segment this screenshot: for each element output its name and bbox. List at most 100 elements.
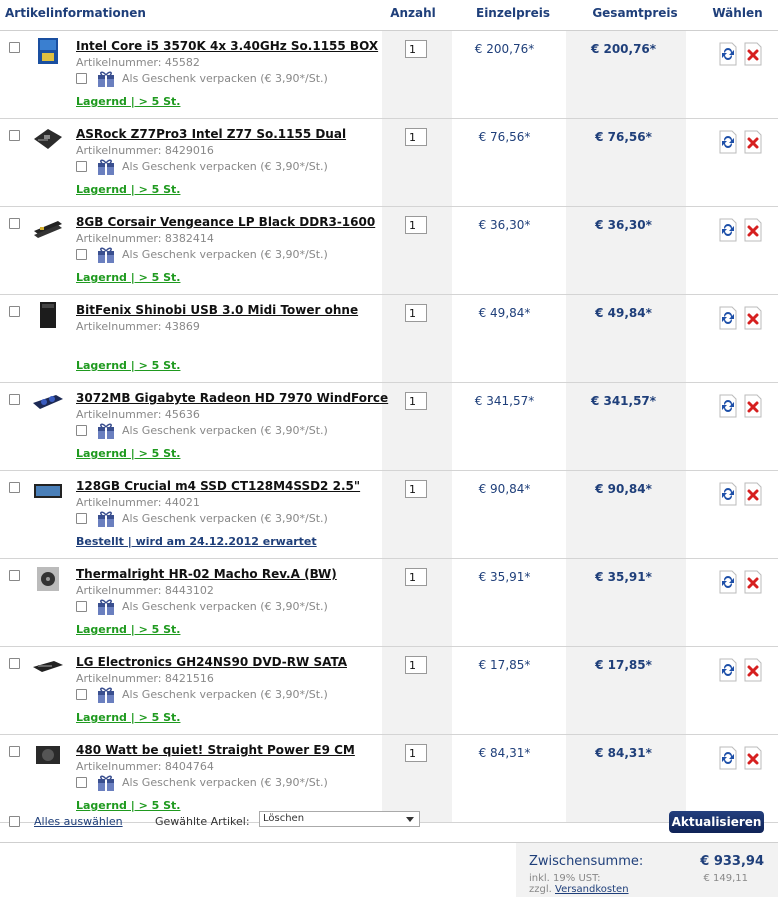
delete-icon[interactable] xyxy=(743,394,763,418)
gift-wrap-checkbox[interactable] xyxy=(76,777,87,788)
tax-label: inkl. 19% UST: xyxy=(529,873,601,884)
quantity-input[interactable] xyxy=(405,480,427,498)
product-thumbnail[interactable] xyxy=(32,213,64,241)
stock-status-link[interactable]: Lagernd | > 5 St. xyxy=(76,623,180,636)
product-thumbnail[interactable] xyxy=(32,389,64,417)
gift-icon xyxy=(96,685,116,705)
row-select-checkbox[interactable] xyxy=(9,130,20,141)
stock-status-link[interactable]: Bestellt | wird am 24.12.2012 erwartet xyxy=(76,535,317,548)
cart-row: Thermalright HR-02 Macho Rev.A (BW) Artik… xyxy=(0,559,778,647)
stock-status-link[interactable]: Lagernd | > 5 St. xyxy=(76,271,180,284)
product-name-link[interactable]: LG Electronics GH24NS90 DVD-RW SATA xyxy=(76,655,347,669)
quantity-input[interactable] xyxy=(405,40,427,58)
header-qty: Anzahl xyxy=(390,6,436,20)
gift-wrap-label: Als Geschenk verpacken (€ 3,90*/St.) xyxy=(122,688,328,701)
product-name-link[interactable]: ASRock Z77Pro3 Intel Z77 So.1155 Dual xyxy=(76,127,346,141)
article-number: Artikelnummer: 8382414 xyxy=(76,232,214,245)
gift-wrap-checkbox[interactable] xyxy=(76,513,87,524)
unit-price: € 17,85* xyxy=(478,658,531,672)
row-select-checkbox[interactable] xyxy=(9,306,20,317)
shipping-costs-link[interactable]: Versandkosten xyxy=(555,884,629,895)
gift-wrap-label: Als Geschenk verpacken (€ 3,90*/St.) xyxy=(122,248,328,261)
bulk-action-select[interactable]: Löschen xyxy=(259,811,420,827)
product-thumbnail[interactable] xyxy=(32,37,64,65)
cart-row: 128GB Crucial m4 SSD CT128M4SSD2 2.5" Art… xyxy=(0,471,778,559)
gift-wrap-checkbox[interactable] xyxy=(76,689,87,700)
quantity-input[interactable] xyxy=(405,304,427,322)
refresh-icon[interactable] xyxy=(718,658,738,682)
quantity-input[interactable] xyxy=(405,216,427,234)
gift-wrap-checkbox[interactable] xyxy=(76,161,87,172)
quantity-input[interactable] xyxy=(405,744,427,762)
chosen-items-label: Gewählte Artikel: xyxy=(155,815,250,828)
total-price: € 36,30* xyxy=(595,218,652,232)
gift-icon xyxy=(96,597,116,617)
refresh-icon[interactable] xyxy=(718,130,738,154)
stock-status-link[interactable]: Lagernd | > 5 St. xyxy=(76,95,180,108)
quantity-input[interactable] xyxy=(405,392,427,410)
gift-wrap-label: Als Geschenk verpacken (€ 3,90*/St.) xyxy=(122,776,328,789)
quantity-input[interactable] xyxy=(405,568,427,586)
gift-wrap-label: Als Geschenk verpacken (€ 3,90*/St.) xyxy=(122,424,328,437)
delete-icon[interactable] xyxy=(743,482,763,506)
delete-icon[interactable] xyxy=(743,42,763,66)
unit-price: € 35,91* xyxy=(478,570,531,584)
product-name-link[interactable]: BitFenix Shinobi USB 3.0 Midi Tower ohne xyxy=(76,303,358,317)
product-name-link[interactable]: Intel Core i5 3570K 4x 3.40GHz So.1155 B… xyxy=(76,39,378,53)
row-select-checkbox[interactable] xyxy=(9,746,20,757)
row-select-checkbox[interactable] xyxy=(9,482,20,493)
product-name-link[interactable]: Thermalright HR-02 Macho Rev.A (BW) xyxy=(76,567,337,581)
gift-wrap-checkbox[interactable] xyxy=(76,425,87,436)
gift-wrap-label: Als Geschenk verpacken (€ 3,90*/St.) xyxy=(122,160,328,173)
row-select-checkbox[interactable] xyxy=(9,42,20,53)
total-price: € 84,31* xyxy=(595,746,652,760)
quantity-input[interactable] xyxy=(405,656,427,674)
product-name-link[interactable]: 128GB Crucial m4 SSD CT128M4SSD2 2.5" xyxy=(76,479,360,493)
product-thumbnail[interactable] xyxy=(32,565,64,593)
product-thumbnail[interactable] xyxy=(32,653,64,681)
refresh-icon[interactable] xyxy=(718,306,738,330)
header-unit-price: Einzelpreis xyxy=(476,6,550,20)
chevron-down-icon xyxy=(406,817,414,822)
refresh-icon[interactable] xyxy=(718,746,738,770)
row-select-checkbox[interactable] xyxy=(9,394,20,405)
update-cart-button[interactable]: Aktualisieren xyxy=(669,811,764,833)
row-select-checkbox[interactable] xyxy=(9,570,20,581)
product-thumbnail[interactable] xyxy=(32,301,64,329)
product-name-link[interactable]: 3072MB Gigabyte Radeon HD 7970 WindForce xyxy=(76,391,388,405)
row-select-checkbox[interactable] xyxy=(9,218,20,229)
refresh-icon[interactable] xyxy=(718,482,738,506)
gift-wrap-checkbox[interactable] xyxy=(76,73,87,84)
refresh-icon[interactable] xyxy=(718,42,738,66)
delete-icon[interactable] xyxy=(743,746,763,770)
stock-status-link[interactable]: Lagernd | > 5 St. xyxy=(76,359,180,372)
unit-price: € 49,84* xyxy=(478,306,531,320)
delete-icon[interactable] xyxy=(743,130,763,154)
gift-icon xyxy=(96,773,116,793)
article-number: Artikelnummer: 8421516 xyxy=(76,672,214,685)
product-thumbnail[interactable] xyxy=(32,125,64,153)
quantity-input[interactable] xyxy=(405,128,427,146)
gift-wrap-checkbox[interactable] xyxy=(76,249,87,260)
stock-status-link[interactable]: Lagernd | > 5 St. xyxy=(76,711,180,724)
row-select-checkbox[interactable] xyxy=(9,658,20,669)
select-all-checkbox[interactable] xyxy=(9,816,20,827)
select-all-link[interactable]: Alles auswählen xyxy=(34,815,123,828)
delete-icon[interactable] xyxy=(743,658,763,682)
delete-icon[interactable] xyxy=(743,570,763,594)
delete-icon[interactable] xyxy=(743,306,763,330)
product-thumbnail[interactable] xyxy=(32,477,64,505)
stock-status-link[interactable]: Lagernd | > 5 St. xyxy=(76,447,180,460)
cart-footer: Alles auswählen Gewählte Artikel: Lösche… xyxy=(0,800,778,843)
product-name-link[interactable]: 8GB Corsair Vengeance LP Black DDR3-1600 xyxy=(76,215,375,229)
refresh-icon[interactable] xyxy=(718,218,738,242)
stock-status-link[interactable]: Lagernd | > 5 St. xyxy=(76,183,180,196)
refresh-icon[interactable] xyxy=(718,570,738,594)
product-thumbnail[interactable] xyxy=(32,741,64,769)
total-price: € 17,85* xyxy=(595,658,652,672)
gift-wrap-checkbox[interactable] xyxy=(76,601,87,612)
product-name-link[interactable]: 480 Watt be quiet! Straight Power E9 CM xyxy=(76,743,355,757)
total-price: € 76,56* xyxy=(595,130,652,144)
delete-icon[interactable] xyxy=(743,218,763,242)
refresh-icon[interactable] xyxy=(718,394,738,418)
